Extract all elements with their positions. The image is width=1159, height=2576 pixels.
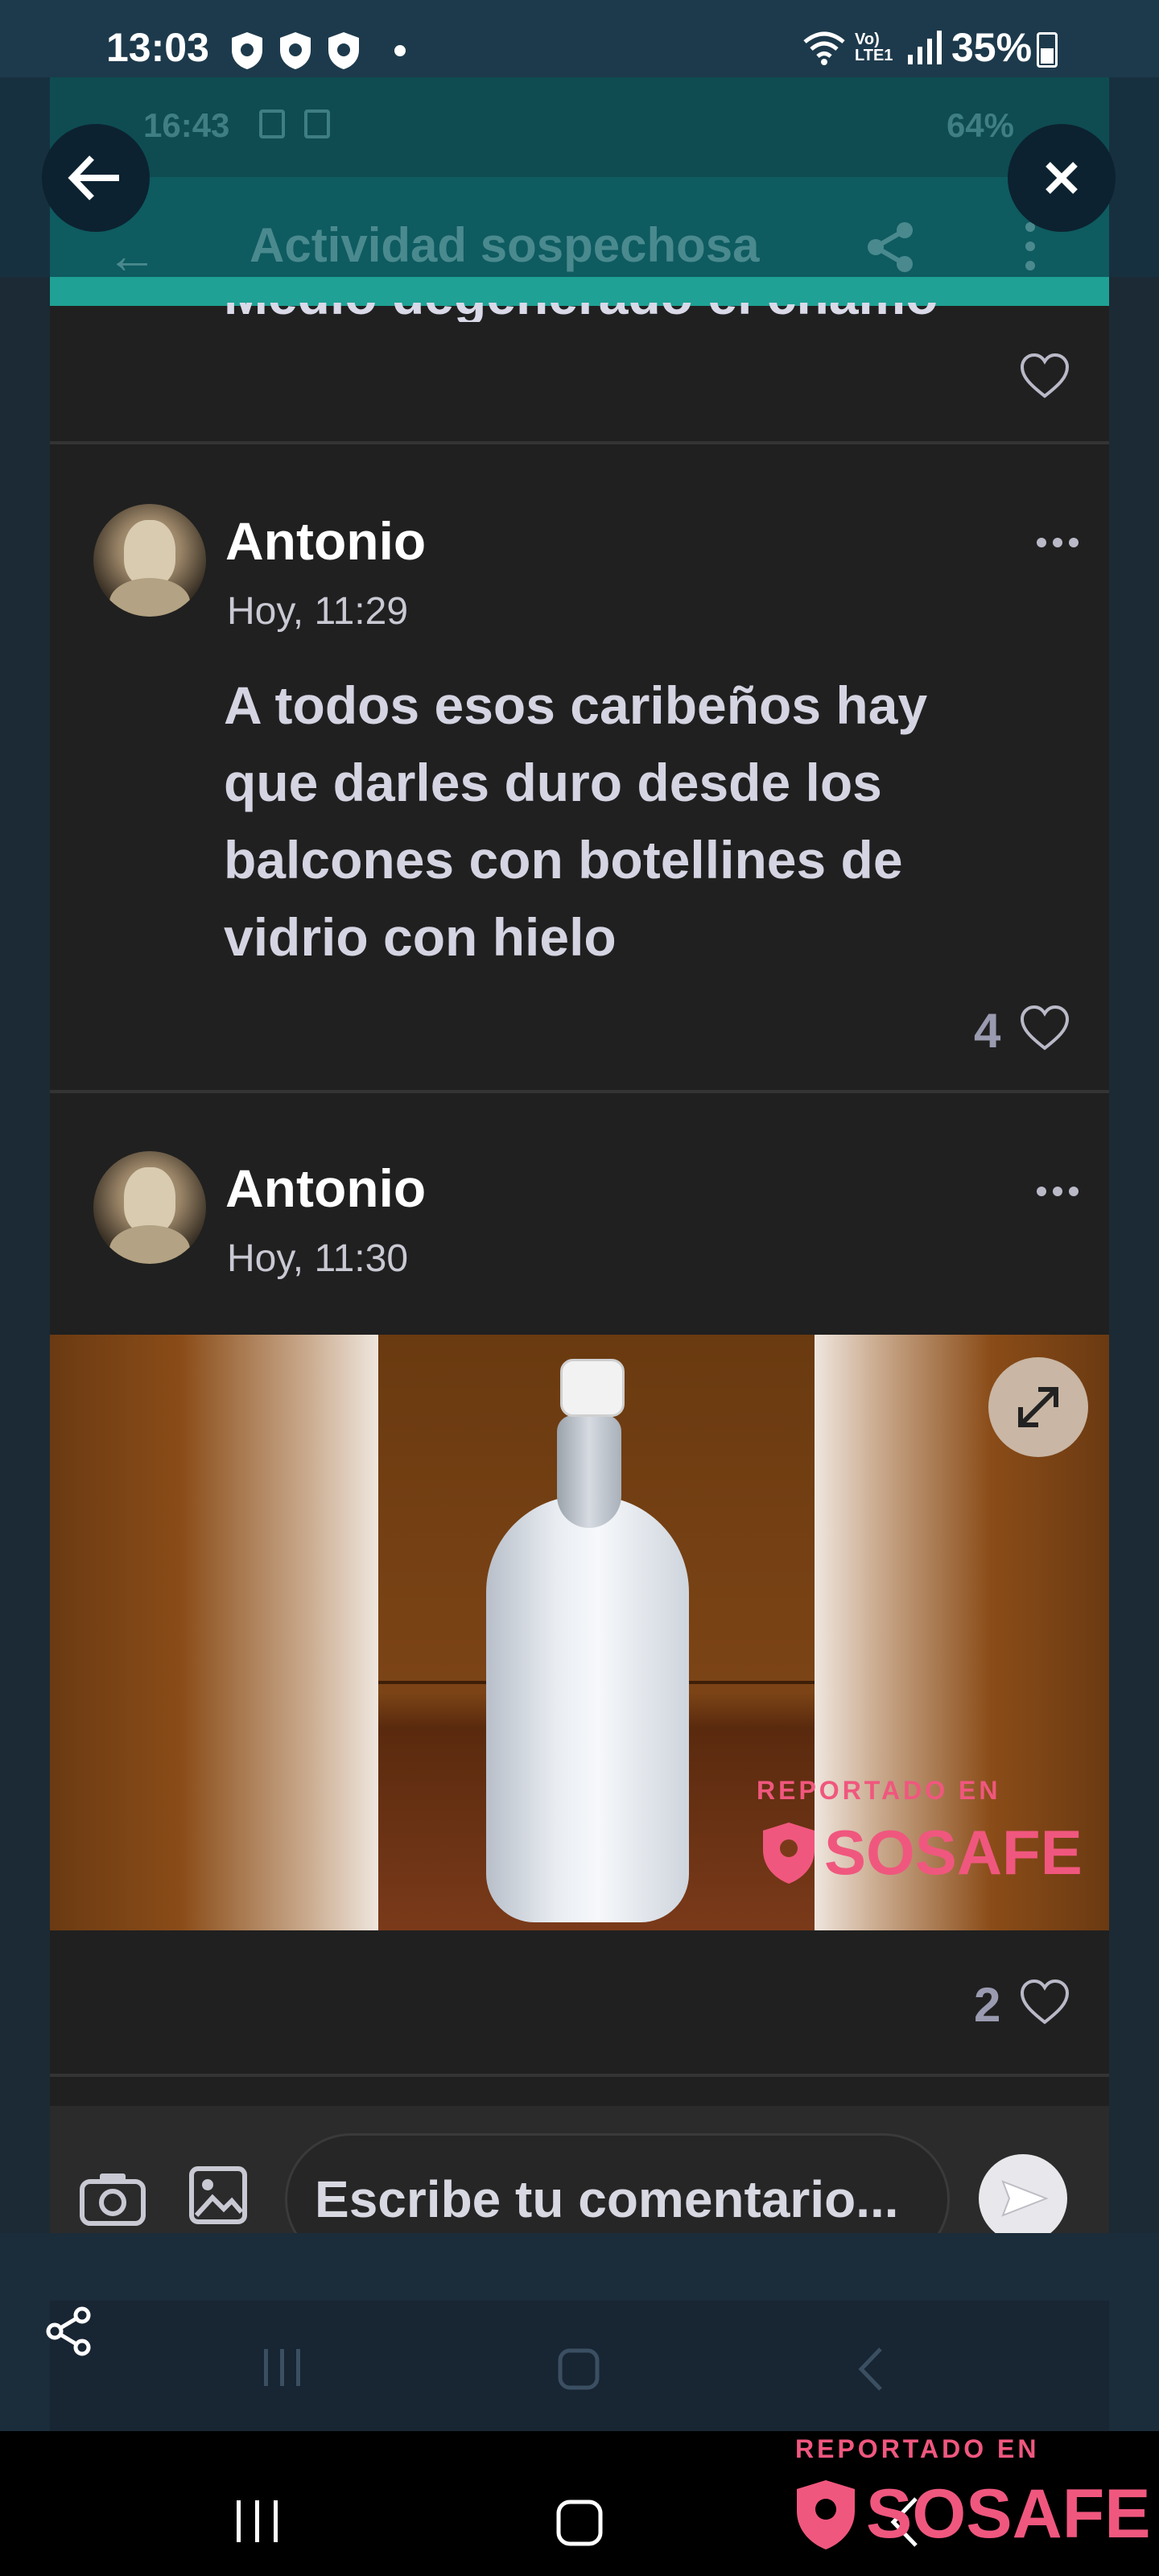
image-gallery-icon[interactable] bbox=[188, 2165, 248, 2225]
close-button[interactable] bbox=[1008, 124, 1116, 232]
footer-watermark: REPORTADO EN SOSAFE bbox=[795, 2434, 1151, 2553]
comment-input[interactable] bbox=[315, 2163, 934, 2235]
sosafe-logo-icon bbox=[763, 1822, 815, 1884]
wifi-icon bbox=[803, 31, 845, 65]
signal-icon bbox=[908, 31, 942, 64]
back-arrow-icon[interactable]: ← bbox=[106, 225, 158, 285]
home-icon[interactable] bbox=[555, 2499, 604, 2547]
post-text: A todos esos caribeños hay que darles du… bbox=[224, 675, 928, 967]
divider bbox=[50, 2074, 1109, 2077]
like-count: 2 bbox=[974, 1978, 1001, 2032]
post-menu-icon[interactable] bbox=[1037, 538, 1079, 547]
notification-icons bbox=[229, 31, 362, 71]
accent-bar bbox=[50, 277, 1109, 306]
inner-status-bar: 16:43 64% bbox=[50, 77, 1109, 177]
recents-icon bbox=[264, 2349, 300, 2386]
heart-icon[interactable] bbox=[1019, 1979, 1070, 2025]
sosafe-watermark: SOSAFE bbox=[794, 2475, 1151, 2554]
home-icon bbox=[558, 2348, 600, 2390]
post-image[interactable]: REPORTADO EN SOSAFE bbox=[50, 1335, 1109, 1930]
battery-icon bbox=[1037, 32, 1058, 68]
inner-battery-percentage: 64% bbox=[946, 106, 1014, 144]
recents-icon[interactable] bbox=[233, 2499, 282, 2544]
share-icon[interactable] bbox=[43, 2306, 95, 2357]
post-time: Hoy, 11:30 bbox=[227, 1237, 409, 1280]
post-time: Hoy, 11:29 bbox=[227, 590, 409, 633]
inner-navigation-bar bbox=[50, 2301, 1109, 2431]
divider bbox=[50, 441, 1109, 444]
sosafe-watermark: SOSAFE bbox=[760, 1816, 1083, 1889]
watermark-caption: REPORTADO EN bbox=[795, 2434, 1040, 2463]
watermark-caption: REPORTADO EN bbox=[757, 1776, 1001, 1805]
expand-icon[interactable] bbox=[988, 1357, 1088, 1457]
inner-status-time: 16:43 bbox=[143, 106, 230, 144]
status-time: 13:03 bbox=[106, 25, 209, 70]
post-author[interactable]: Antonio bbox=[225, 510, 426, 572]
like-count: 4 bbox=[974, 1004, 1001, 1058]
sosafe-logo-icon bbox=[797, 2479, 855, 2549]
heart-icon[interactable] bbox=[1019, 353, 1070, 399]
share-icon[interactable] bbox=[863, 219, 919, 275]
shield-icon bbox=[280, 32, 311, 69]
bottle-image bbox=[486, 1496, 689, 1922]
battery-percentage: 35% bbox=[951, 25, 1033, 70]
shield-icon bbox=[259, 109, 285, 138]
avatar[interactable] bbox=[93, 504, 206, 617]
post-author[interactable]: Antonio bbox=[225, 1158, 426, 1219]
divider bbox=[50, 1090, 1109, 1093]
page-title: Actividad sospechosa bbox=[250, 218, 760, 272]
back-button[interactable] bbox=[42, 124, 150, 232]
camera-icon[interactable] bbox=[79, 2169, 146, 2227]
shield-icon bbox=[328, 32, 359, 69]
app-bar: ← Actividad sospechosa bbox=[50, 177, 1109, 287]
avatar[interactable] bbox=[93, 1151, 206, 1264]
heart-icon[interactable] bbox=[1019, 1005, 1070, 1051]
status-bar: 13:03 Vo) LTE1 35% bbox=[0, 0, 1159, 77]
send-button[interactable] bbox=[979, 2154, 1067, 2243]
calendar-icon bbox=[304, 109, 330, 138]
shared-screenshot: 16:43 64% ← Actividad sospechosa Medio d… bbox=[50, 77, 1109, 2431]
shield-icon bbox=[232, 32, 262, 69]
back-icon bbox=[858, 2347, 882, 2391]
post-menu-icon[interactable] bbox=[1037, 1187, 1079, 1196]
notification-dot bbox=[394, 45, 406, 56]
network-label: Vo) LTE1 bbox=[855, 31, 893, 64]
previous-post-text: Medio degenerado el chamo bbox=[224, 303, 938, 322]
network-indicators: Vo) LTE1 bbox=[802, 29, 942, 66]
